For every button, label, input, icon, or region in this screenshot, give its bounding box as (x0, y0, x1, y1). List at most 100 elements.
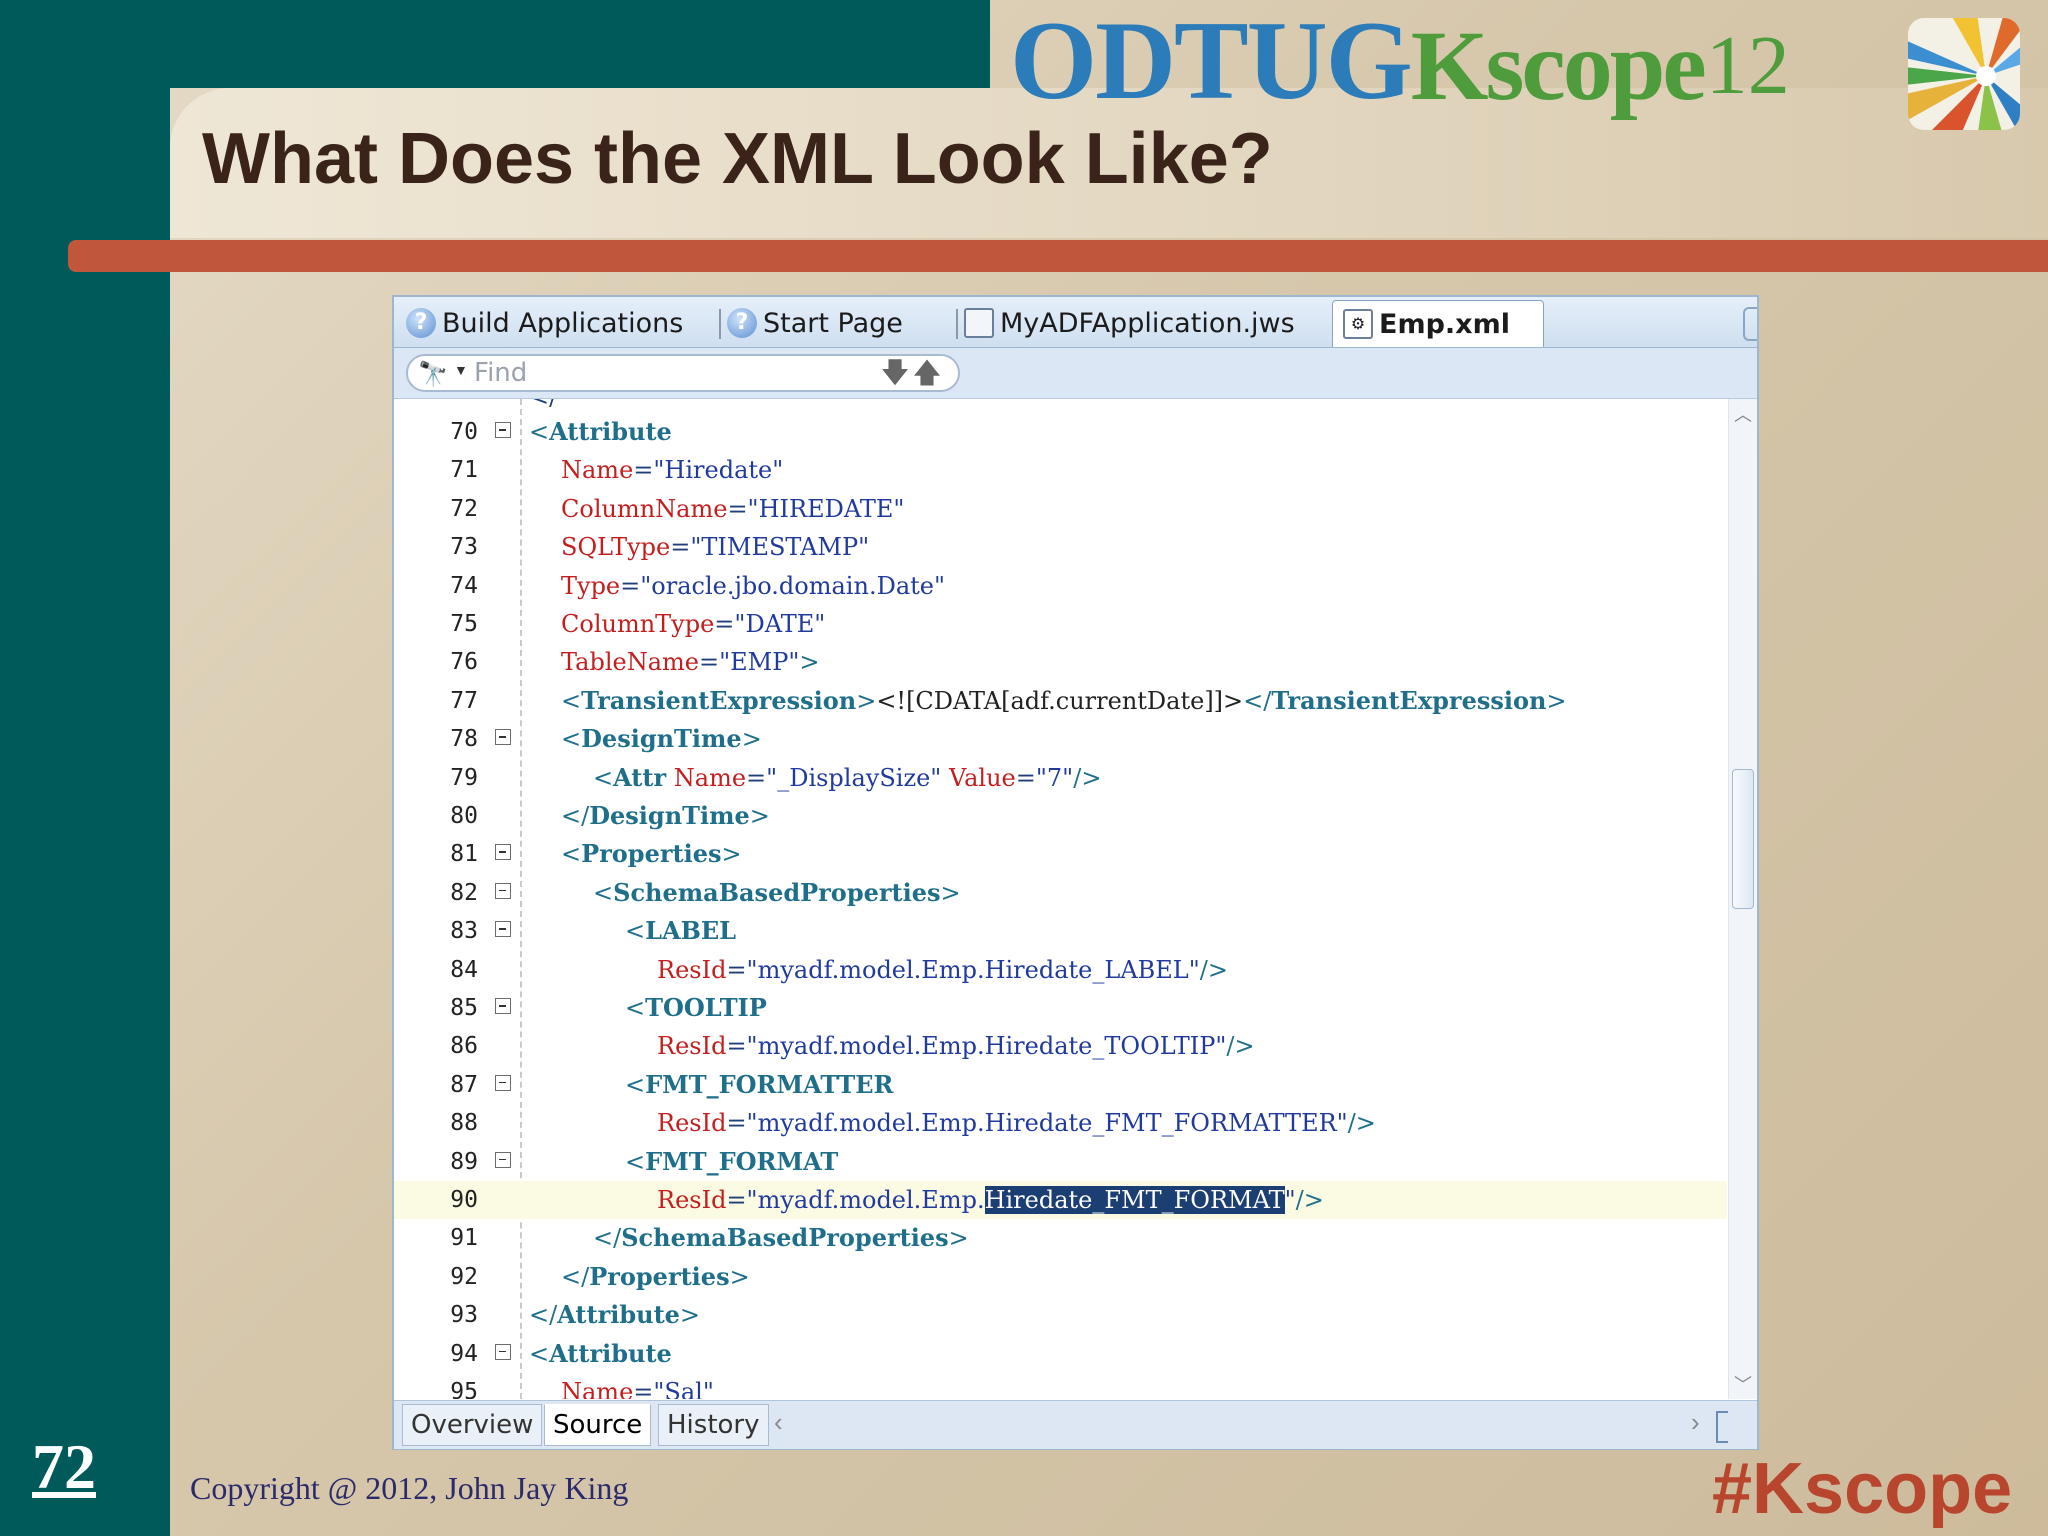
help-icon: ? (727, 308, 757, 338)
scroll-down-icon[interactable]: ﹀ (1729, 1371, 1757, 1397)
code-token: TransientExpression (581, 685, 857, 715)
code-text: <Attribute (529, 1335, 672, 1373)
code-token: ResId (657, 1109, 727, 1138)
line-number: 91 (450, 1225, 478, 1252)
code-line[interactable]: 77 <TransientExpression><![CDATA[adf.curr… (394, 682, 1727, 720)
code-line[interactable]: 81 <Properties> (394, 835, 1727, 873)
code-line[interactable]: 86 ResId="myadf.model.Emp.Hiredate_TOOLTI… (394, 1027, 1727, 1065)
code-line[interactable]: 95 Name="Sal" (394, 1373, 1727, 1399)
line-number: 86 (450, 1033, 478, 1060)
code-token: Attr (613, 762, 667, 792)
code-text: <Attribute (529, 413, 672, 451)
code-line[interactable]: 88 ResId="myadf.model.Emp.Hiredate_FMT_FO… (394, 1104, 1727, 1142)
find-previous-arrow-icon[interactable]: 🡅 (912, 358, 942, 388)
code-line[interactable]: 89 <FMT_FORMAT (394, 1143, 1727, 1181)
collapse-icon[interactable] (495, 729, 511, 746)
code-token: "_DisplaySize" (766, 763, 942, 792)
tab-emp-xml[interactable]: ⚙ Emp.xml (1332, 300, 1544, 347)
code-token: "Sal" (653, 1378, 714, 1399)
code-line[interactable]: 73 SQLType="TIMESTAMP" (394, 528, 1727, 566)
code-line[interactable]: 70 <Attribute (394, 413, 1727, 451)
tab-build-applications[interactable]: ? Build Applications (406, 301, 683, 345)
line-number: 72 (450, 495, 478, 522)
collapse-icon[interactable] (495, 844, 511, 861)
code-text: Name="Sal" (561, 1373, 714, 1399)
collapse-icon[interactable] (495, 1151, 511, 1168)
code-token: Type (561, 571, 621, 600)
code-line[interactable]: 74 Type="oracle.jbo.domain.Date" (394, 567, 1727, 605)
split-handle[interactable] (1716, 1411, 1728, 1443)
code-token: FMT_FORMAT (645, 1146, 839, 1176)
tab-start-page[interactable]: ? Start Page (727, 301, 903, 345)
scroll-thumb[interactable] (1732, 769, 1754, 909)
vertical-scrollbar[interactable]: ︿ ﹀ (1728, 399, 1757, 1399)
code-line[interactable]: 80 </DesignTime> (394, 797, 1727, 835)
copyright-text: Copyright @ 2012, John Jay King (190, 1470, 629, 1506)
code-line[interactable]: 83 <LABEL (394, 912, 1727, 950)
collapse-icon[interactable] (495, 998, 511, 1014)
scroll-left-icon[interactable]: ‹ (774, 1407, 783, 1438)
code-line[interactable]: 82 <SchemaBasedProperties> (394, 874, 1727, 912)
code-token: = (633, 456, 654, 485)
code-text: <DesignTime> (561, 720, 762, 758)
code-token: DesignTime (581, 724, 742, 754)
code-line[interactable]: 91 </SchemaBasedProperties> (394, 1219, 1727, 1257)
find-input[interactable] (474, 359, 854, 387)
tab-source[interactable]: Source (544, 1404, 652, 1446)
code-line[interactable]: 84 ResId="myadf.model.Emp.Hiredate_LABEL"… (394, 951, 1727, 989)
code-line[interactable]: 72 ColumnName="HIREDATE" (394, 490, 1727, 528)
code-token: "myadf.model.Emp. (746, 1186, 985, 1214)
code-token: ResId (657, 955, 727, 984)
scroll-right-icon[interactable]: › (1691, 1407, 1700, 1438)
conference-logo: ODTUG Kscope 12 (1010, 5, 1790, 117)
code-line[interactable]: 71 Name="Hiredate" (394, 451, 1727, 489)
code-text: <FMT_FORMAT (625, 1143, 838, 1181)
code-text: </Properties> (561, 1258, 750, 1296)
code-line[interactable]: 76 TableName="EMP"> (394, 643, 1727, 681)
binoculars-icon[interactable]: 🔭 (418, 360, 448, 389)
code-token: < (561, 686, 582, 715)
code-line[interactable]: 79 <Attr Name="_DisplaySize" Value="7"/> (394, 759, 1727, 797)
code-token: </ (1243, 686, 1272, 715)
code-line[interactable]: 93 </Attribute> (394, 1296, 1727, 1334)
code-token: Value (948, 763, 1016, 792)
find-next-arrow-icon[interactable]: 🡇 (880, 358, 910, 388)
collapse-icon[interactable] (495, 921, 511, 938)
tab-history[interactable]: History (658, 1404, 769, 1446)
scroll-up-icon[interactable]: ︿ (1729, 401, 1757, 427)
collapse-icon[interactable] (495, 1343, 511, 1360)
code-line[interactable]: 75 ColumnType="DATE" (394, 605, 1727, 643)
code-token: TOOLTIP (645, 993, 767, 1022)
code-token: > (1546, 686, 1567, 715)
tab-myadfapplication-jws[interactable]: MyADFApplication.jws (964, 301, 1295, 345)
line-number: 74 (450, 572, 478, 599)
tab-overview[interactable]: Overview (402, 1404, 543, 1446)
code-token: = (698, 648, 720, 677)
collapse-icon[interactable] (495, 1074, 511, 1091)
code-token: = (620, 571, 641, 600)
kscope-sunburst-icon (1908, 18, 2020, 130)
line-number: 82 (450, 879, 478, 906)
tab-list-menu-button[interactable] (1743, 307, 1757, 341)
code-text: </Attribute> (529, 1296, 700, 1334)
code-token: LABEL (645, 916, 737, 946)
code-editor[interactable]: </ 70<Attribute71Name="Hiredate"72Column… (394, 399, 1727, 1399)
kscope-hashtag: #Kscope (1712, 1449, 2013, 1529)
code-token: > (799, 648, 820, 677)
code-line[interactable]: 92 </Properties> (394, 1258, 1727, 1296)
code-line[interactable]: 90 ResId="myadf.model.Emp.Hiredate_FMT_FO… (394, 1181, 1727, 1219)
code-line[interactable]: 85 <TOOLTIP (394, 989, 1727, 1027)
code-token: </ (593, 1224, 622, 1253)
line-number: 71 (450, 457, 478, 484)
collapse-icon[interactable] (495, 882, 511, 899)
code-token: "Hiredate" (653, 456, 784, 485)
code-line[interactable]: 94 <Attribute (394, 1335, 1727, 1373)
collapse-icon[interactable] (495, 422, 511, 438)
chevron-down-icon[interactable]: ▼ (454, 362, 468, 378)
code-line[interactable]: 87 <FMT_FORMATTER (394, 1066, 1727, 1104)
code-token: </ (529, 1301, 558, 1330)
code-token: Name (561, 456, 634, 485)
code-token: "DATE" (734, 610, 826, 638)
code-token: SQLType (561, 533, 671, 562)
code-line[interactable]: 78 <DesignTime> (394, 720, 1727, 758)
